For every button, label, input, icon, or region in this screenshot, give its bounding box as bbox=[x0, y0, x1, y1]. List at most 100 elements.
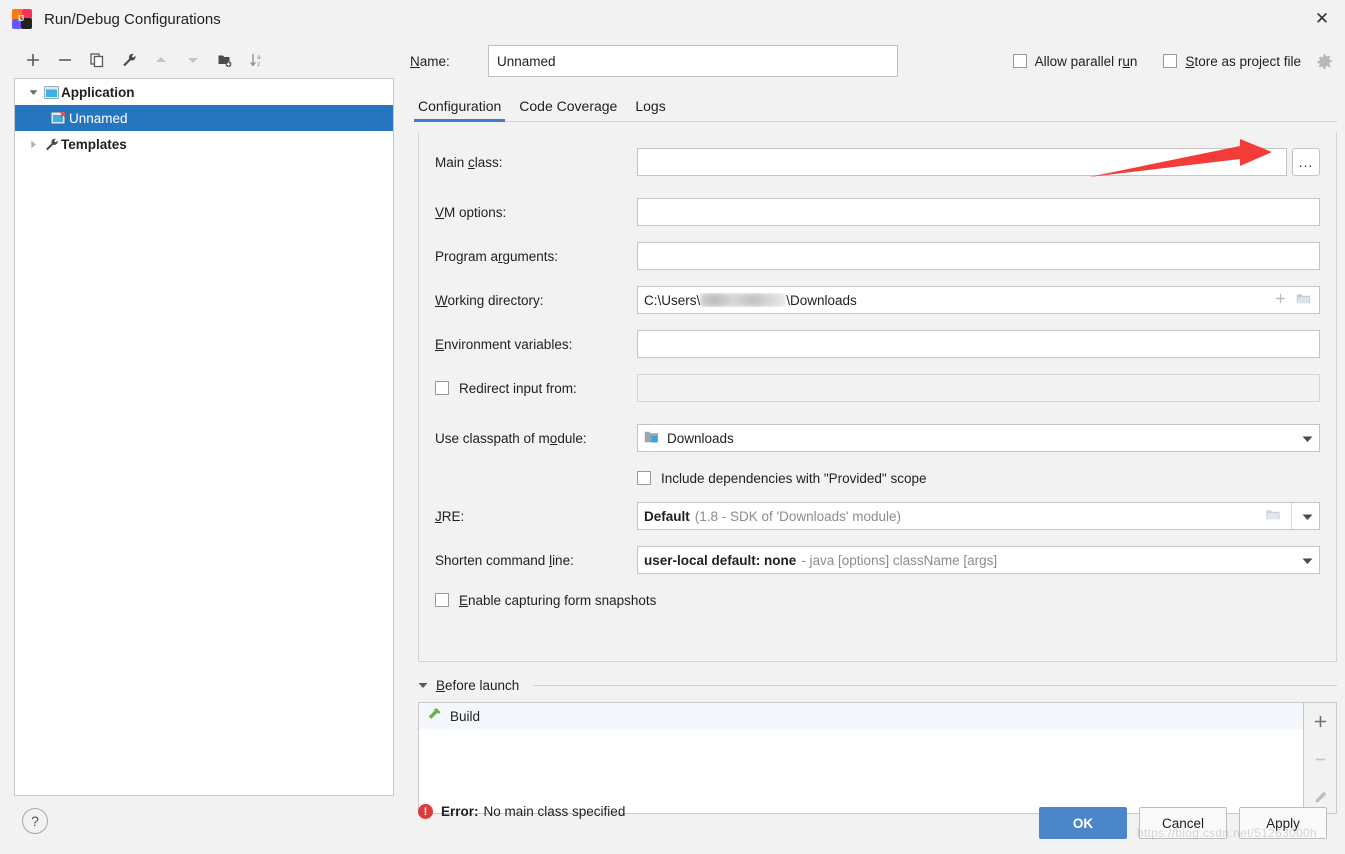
build-hammer-icon bbox=[427, 707, 442, 725]
shorten-command-line-label: Shorten command line: bbox=[435, 553, 637, 568]
edit-templates-wrench-icon[interactable] bbox=[114, 46, 144, 74]
redacted-username bbox=[700, 293, 786, 307]
wrench-icon bbox=[41, 137, 61, 152]
enable-capturing-form-snapshots-label: Enable capturing form snapshots bbox=[459, 593, 656, 608]
redirect-input-row: Redirect input from: bbox=[435, 374, 1320, 402]
enable-capturing-form-snapshots-row: Enable capturing form snapshots bbox=[435, 586, 1320, 614]
close-icon[interactable]: ✕ bbox=[1299, 0, 1345, 38]
remove-configuration-button[interactable] bbox=[50, 46, 80, 74]
unnamed-config-icon bbox=[49, 111, 69, 125]
tree-item-unnamed[interactable]: Unnamed bbox=[15, 105, 393, 131]
jre-combo[interactable]: Default (1.8 - SDK of 'Downloads' module… bbox=[637, 502, 1320, 530]
checkbox-box[interactable] bbox=[637, 471, 651, 485]
tab-configuration[interactable]: Configuration bbox=[418, 98, 501, 122]
tree-item-templates[interactable]: Templates bbox=[15, 131, 393, 157]
environment-variables-label: Environment variables: bbox=[435, 337, 637, 352]
cancel-button[interactable]: Cancel bbox=[1139, 807, 1227, 839]
add-task-button[interactable] bbox=[1308, 711, 1332, 731]
new-folder-button[interactable] bbox=[210, 46, 240, 74]
jre-label: JRE: bbox=[435, 509, 637, 524]
configuration-tab-panel: Main class: ... VM options: Program argu… bbox=[418, 132, 1337, 662]
tree-item-label: Application bbox=[61, 85, 135, 100]
folder-icon[interactable] bbox=[1296, 292, 1311, 308]
dialog-buttons: OK Cancel Apply bbox=[1039, 807, 1327, 839]
working-directory-row: Working directory: C:\Users\\Downloads bbox=[435, 286, 1320, 314]
environment-variables-row: Environment variables: bbox=[435, 330, 1320, 358]
tab-logs[interactable]: Logs bbox=[635, 98, 665, 122]
shorten-command-line-combo[interactable]: user-local default: none - java [options… bbox=[637, 546, 1320, 574]
include-provided-scope-row: Include dependencies with "Provided" sco… bbox=[435, 464, 1320, 492]
move-up-button[interactable] bbox=[146, 46, 176, 74]
working-directory-value-prefix: C:\Users\ bbox=[644, 293, 700, 308]
before-launch-section: Before launch Build bbox=[418, 674, 1337, 814]
environment-variables-input[interactable] bbox=[637, 330, 1320, 358]
help-button[interactable]: ? bbox=[22, 808, 48, 834]
checkbox-box[interactable] bbox=[435, 381, 449, 395]
add-configuration-button[interactable] bbox=[18, 46, 48, 74]
main-class-label: Main class: bbox=[435, 155, 637, 170]
redirect-input-field[interactable] bbox=[637, 374, 1320, 402]
editor-tabs[interactable]: Configuration Code Coverage Logs bbox=[410, 88, 1337, 122]
gear-icon[interactable] bbox=[1313, 50, 1335, 72]
use-classpath-of-module-combo[interactable]: Downloads bbox=[637, 424, 1320, 452]
allow-parallel-run-label: Allow parallel run bbox=[1035, 54, 1138, 69]
plus-icon[interactable] bbox=[1274, 292, 1287, 308]
before-launch-header[interactable]: Before launch bbox=[418, 674, 1337, 696]
configurations-tree[interactable]: Application Unnamed Templates bbox=[14, 78, 394, 796]
move-down-button[interactable] bbox=[178, 46, 208, 74]
vm-options-input[interactable] bbox=[637, 198, 1320, 226]
cancel-label: Cancel bbox=[1162, 816, 1204, 831]
use-classpath-of-module-row: Use classpath of module: Downloads bbox=[435, 424, 1320, 452]
program-arguments-input[interactable] bbox=[637, 242, 1320, 270]
redirect-input-label: Redirect input from: bbox=[459, 381, 577, 396]
checkbox-box[interactable] bbox=[1013, 54, 1027, 68]
allow-parallel-run-checkbox[interactable]: Allow parallel run bbox=[1013, 54, 1138, 69]
redirect-input-checkbox[interactable]: Redirect input from: bbox=[435, 381, 637, 396]
before-launch-item-build[interactable]: Build bbox=[419, 703, 1303, 729]
folder-icon[interactable] bbox=[1265, 508, 1281, 524]
svg-text:a: a bbox=[257, 54, 261, 61]
jre-row: JRE: Default (1.8 - SDK of 'Downloads' m… bbox=[435, 502, 1320, 530]
main-class-row: Main class: ... bbox=[435, 148, 1320, 176]
main-class-browse-button[interactable]: ... bbox=[1292, 148, 1320, 176]
application-icon bbox=[41, 86, 61, 99]
dialog-footer: ? OK Cancel Apply https://blog.csdn.net/… bbox=[0, 796, 1345, 854]
checkbox-box[interactable] bbox=[1163, 54, 1177, 68]
copy-configuration-button[interactable] bbox=[82, 46, 112, 74]
chevron-down-icon[interactable] bbox=[1302, 553, 1313, 568]
before-launch-item-label: Build bbox=[450, 709, 480, 724]
enable-capturing-form-snapshots-checkbox[interactable]: Enable capturing form snapshots bbox=[435, 593, 656, 608]
working-directory-input[interactable]: C:\Users\\Downloads bbox=[637, 286, 1320, 314]
main-class-input[interactable] bbox=[637, 148, 1287, 176]
chevron-down-icon[interactable] bbox=[418, 678, 428, 693]
use-classpath-of-module-label: Use classpath of module: bbox=[435, 431, 637, 446]
configuration-editor: Name: Unnamed Allow parallel run Store a… bbox=[410, 44, 1337, 794]
intellij-idea-icon: IJ bbox=[12, 9, 32, 29]
shorten-command-line-value: user-local default: none bbox=[644, 553, 796, 568]
jre-value: Default bbox=[644, 509, 690, 524]
tree-item-application[interactable]: Application bbox=[15, 79, 393, 105]
chevron-down-icon[interactable] bbox=[1302, 431, 1313, 446]
divider bbox=[533, 685, 1337, 686]
include-provided-scope-label: Include dependencies with "Provided" sco… bbox=[661, 471, 927, 486]
include-provided-scope-checkbox[interactable]: Include dependencies with "Provided" sco… bbox=[637, 471, 927, 486]
store-as-project-file-checkbox[interactable]: Store as project file bbox=[1163, 54, 1301, 69]
chevron-right-icon[interactable] bbox=[25, 140, 41, 149]
sort-configurations-button[interactable]: a z bbox=[242, 46, 272, 74]
working-directory-label: Working directory: bbox=[435, 293, 637, 308]
configurations-panel: a z Application bbox=[14, 44, 394, 796]
ok-button[interactable]: OK bbox=[1039, 807, 1127, 839]
tree-item-label: Unnamed bbox=[69, 111, 128, 126]
chevron-down-icon[interactable] bbox=[25, 88, 41, 97]
program-arguments-label: Program arguments: bbox=[435, 249, 637, 264]
chevron-down-icon[interactable] bbox=[1302, 509, 1313, 524]
apply-button[interactable]: Apply bbox=[1239, 807, 1327, 839]
use-classpath-of-module-value: Downloads bbox=[667, 431, 734, 446]
name-input[interactable]: Unnamed bbox=[488, 45, 898, 77]
tab-code-coverage[interactable]: Code Coverage bbox=[519, 98, 617, 122]
remove-task-button[interactable] bbox=[1308, 749, 1332, 769]
configurations-toolbar: a z bbox=[14, 44, 394, 76]
program-arguments-row: Program arguments: bbox=[435, 242, 1320, 270]
checkbox-box[interactable] bbox=[435, 593, 449, 607]
name-row: Name: Unnamed Allow parallel run Store a… bbox=[410, 44, 1337, 78]
